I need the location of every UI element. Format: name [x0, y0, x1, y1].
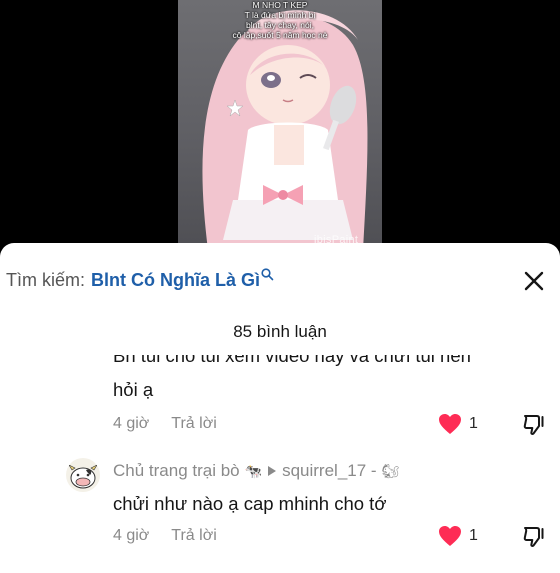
- reply-button[interactable]: Trả lời: [171, 527, 216, 545]
- comment-count: 85 bình luận: [233, 322, 327, 341]
- search-suggestion[interactable]: Tìm kiếm: Blnt Có Nghĩa Là Gì: [6, 267, 274, 292]
- comment-text: hỏi ạ: [113, 379, 154, 400]
- comment-meta: 4 giờ Trả lời: [113, 415, 217, 433]
- caption-line: blnt, tây chay, nói,: [246, 20, 314, 30]
- thumbs-down-icon: [523, 527, 544, 547]
- comment-text: chửi như nào ạ cap mhinh cho tớ: [113, 493, 387, 514]
- close-icon: [524, 271, 544, 291]
- caption-line: cô lập,suốt 5 năm học nè: [232, 30, 328, 40]
- caption-line: T là đứa bị mình bị: [244, 10, 316, 20]
- comment-time: 4 giờ: [113, 415, 150, 432]
- reply-button[interactable]: Trả lời: [171, 415, 216, 433]
- comment-time: 4 giờ: [113, 527, 150, 544]
- comment-meta: 4 giờ Trả lời: [113, 527, 217, 545]
- like-button[interactable]: 1: [438, 525, 478, 547]
- heart-icon: [439, 526, 461, 546]
- like-count: 1: [469, 527, 478, 544]
- search-query-link[interactable]: Blnt Có Nghĩa Là Gì: [91, 270, 260, 291]
- heart-icon: [439, 414, 461, 434]
- thumbs-down-icon: [523, 415, 544, 435]
- search-icon: [261, 267, 274, 280]
- comments-sheet: Tìm kiếm: Blnt Có Nghĩa Là Gì 85 bình lu…: [0, 243, 560, 573]
- close-button[interactable]: [524, 271, 544, 291]
- comment-author[interactable]: Chủ trang trại bò: [113, 461, 240, 481]
- search-prefix: Tìm kiếm:: [6, 269, 85, 290]
- dislike-button[interactable]: [522, 413, 546, 437]
- comment-text-partial: Bn tui cho tui xem video này và chửi tui…: [113, 355, 471, 366]
- caption-line: M NHO T KEP: [252, 0, 308, 10]
- video-caption: M NHO T KEP T là đứa bị mình bị blnt, tâ…: [178, 0, 382, 40]
- squirrel-icon: 🐿: [381, 462, 400, 479]
- video-player[interactable]: M NHO T KEP T là đứa bị mình bị blnt, tâ…: [0, 0, 560, 250]
- video-frame: M NHO T KEP T là đứa bị mình bị blnt, tâ…: [178, 0, 382, 250]
- cow-icon: 🐄: [244, 462, 263, 479]
- avatar[interactable]: [66, 458, 100, 492]
- play-arrow-icon: [268, 466, 277, 476]
- reply-author-line: Chủ trang trại bò 🐄 squirrel_17 - 🐿: [113, 461, 404, 481]
- reply-to-user[interactable]: squirrel_17 -: [282, 461, 377, 481]
- like-count: 1: [469, 415, 478, 432]
- avatar-cow-image: [68, 464, 98, 489]
- dislike-button[interactable]: [522, 525, 546, 549]
- like-button[interactable]: 1: [438, 413, 478, 435]
